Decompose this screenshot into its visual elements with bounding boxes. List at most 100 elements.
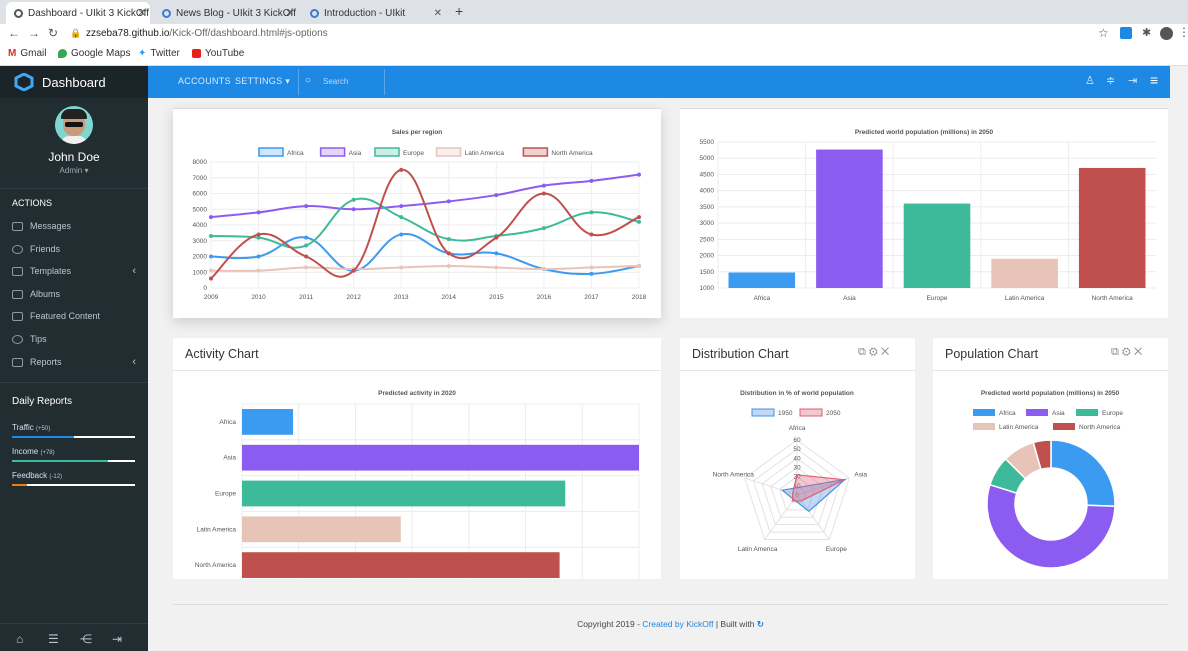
data-point bbox=[304, 204, 309, 209]
bar-north-america bbox=[1078, 167, 1146, 288]
url-field[interactable]: zzseba78.github.io/Kick-Off/dashboard.ht… bbox=[86, 28, 328, 39]
maps-pin-icon bbox=[58, 49, 67, 58]
browser-tab-dashboard[interactable]: Dashboard - UIkit 3 KickOff ✕ bbox=[6, 2, 150, 24]
gear-icon[interactable]: ⚙ bbox=[869, 346, 878, 358]
gear-icon[interactable]: ⚙ bbox=[1122, 346, 1131, 358]
sliders-icon[interactable]: ≑ bbox=[1106, 74, 1115, 87]
bookmark-youtube[interactable]: YouTube bbox=[192, 48, 244, 59]
bookmark-gmail[interactable]: M Gmail bbox=[8, 48, 46, 59]
y-tick-label: 4500 bbox=[700, 171, 715, 178]
series-line-north-america bbox=[210, 168, 640, 280]
nav-settings[interactable]: SETTINGS ▾ bbox=[235, 76, 290, 87]
back-icon[interactable]: ← bbox=[8, 26, 20, 40]
y-tick-label: 4000 bbox=[193, 222, 208, 229]
y-tick-label: 5500 bbox=[700, 139, 715, 146]
y-tick-label: Asia bbox=[223, 455, 236, 462]
x-tick-label: 2009 bbox=[204, 294, 219, 301]
star-icon[interactable]: ☆ bbox=[1098, 26, 1109, 40]
hamburger-menu-icon[interactable]: ≡ bbox=[1150, 72, 1158, 88]
sliders-icon[interactable]: ☰ bbox=[48, 632, 59, 646]
close-icon[interactable]: ✕ bbox=[881, 346, 889, 358]
home-icon[interactable]: ⌂ bbox=[16, 632, 23, 646]
y-tick-label: Latin America bbox=[197, 526, 237, 533]
browser-tab-bar: Dashboard - UIkit 3 KickOff ✕ News Blog … bbox=[0, 0, 1188, 24]
series-line-latin-america bbox=[210, 264, 640, 272]
population-bar-card: Predicted world population (millions) in… bbox=[680, 108, 1168, 318]
data-point bbox=[541, 183, 546, 188]
data-point bbox=[446, 251, 451, 256]
user-role-dropdown[interactable]: Admin ▾ bbox=[0, 166, 148, 175]
legend-swatch bbox=[1076, 409, 1098, 416]
menu-dots-icon[interactable]: ⋮ bbox=[1178, 25, 1188, 39]
new-tab-button[interactable]: + bbox=[455, 3, 463, 19]
legend-swatch bbox=[799, 408, 823, 417]
user-icon[interactable]: ♙ bbox=[1085, 74, 1095, 87]
search-box[interactable]: ○ Search bbox=[298, 69, 385, 95]
sidebar-item-albums[interactable]: Albums bbox=[12, 289, 136, 299]
x-tick-label: 2010 bbox=[251, 294, 266, 301]
puzzle-icon[interactable]: ✱ bbox=[1142, 26, 1151, 39]
bar-asia bbox=[816, 149, 883, 288]
bookmark-google-maps[interactable]: Google Maps bbox=[58, 48, 130, 59]
legend-label: Europe bbox=[1102, 410, 1123, 417]
extension-icon[interactable] bbox=[1120, 27, 1132, 39]
close-icon[interactable]: ✕ bbox=[138, 8, 146, 19]
copy-icon[interactable]: ⧉ bbox=[858, 346, 866, 358]
divider bbox=[0, 382, 148, 383]
legend-label: Africa bbox=[287, 150, 304, 157]
sidebar-item-messages[interactable]: Messages bbox=[12, 221, 136, 231]
profile-icon[interactable] bbox=[1160, 27, 1173, 40]
forward-icon[interactable]: → bbox=[28, 26, 40, 40]
caret-down-icon: ▾ bbox=[285, 76, 291, 86]
legend-swatch bbox=[374, 147, 400, 157]
y-tick-label: 6000 bbox=[193, 191, 208, 198]
legend-swatch bbox=[973, 409, 995, 416]
bookmark-twitter[interactable]: ✦ Twitter bbox=[138, 48, 180, 59]
bar-africa bbox=[242, 409, 294, 435]
search-input[interactable]: Search bbox=[323, 77, 348, 86]
data-point bbox=[304, 235, 309, 240]
data-point bbox=[446, 263, 451, 268]
sidebar-item-reports[interactable]: Reports ‹ bbox=[12, 356, 136, 368]
sidebar-item-tips[interactable]: Tips bbox=[12, 334, 136, 344]
sidebar-item-featured-content[interactable]: Featured Content bbox=[12, 311, 136, 321]
legend-label: Asia bbox=[349, 150, 362, 157]
close-icon[interactable]: ✕ bbox=[286, 8, 294, 19]
copy-icon[interactable]: ⧉ bbox=[1111, 346, 1119, 358]
y-tick-label: 2000 bbox=[700, 253, 715, 260]
chart-title: Predicted activity in 2020 bbox=[378, 390, 456, 397]
users-icon bbox=[12, 244, 23, 254]
browser-tab-intro[interactable]: Introduction - UIkit ✕ bbox=[302, 2, 446, 24]
data-point bbox=[351, 197, 356, 202]
nav-accounts[interactable]: ACCOUNTS bbox=[178, 76, 231, 86]
data-point bbox=[589, 210, 594, 215]
lifesaver-icon bbox=[12, 334, 23, 344]
sign-out-icon[interactable]: ⇥ bbox=[1128, 74, 1137, 87]
x-tick-label: Africa bbox=[753, 295, 770, 302]
globe-icon bbox=[14, 8, 23, 18]
data-point bbox=[637, 219, 641, 224]
data-point bbox=[256, 254, 261, 259]
x-tick-label: 2017 bbox=[584, 294, 599, 301]
reload-icon[interactable]: ↻ bbox=[48, 26, 58, 40]
footer-kickoff-link[interactable]: Created by KickOff bbox=[642, 619, 713, 629]
report-income-label: Income (+78) bbox=[12, 447, 55, 456]
chart-title: Predicted world population (millions) in… bbox=[855, 129, 994, 136]
share-icon[interactable]: ⋲ bbox=[80, 632, 92, 646]
divider bbox=[0, 623, 148, 624]
card-tools: ⧉ ⚙ ✕ bbox=[1111, 346, 1142, 359]
browser-tab-news[interactable]: News Blog - UIkit 3 KickOff ✕ bbox=[154, 2, 298, 24]
sidebar-brand[interactable]: Dashboard bbox=[0, 66, 148, 98]
avatar[interactable] bbox=[55, 106, 93, 144]
data-point bbox=[351, 268, 356, 273]
data-point bbox=[494, 251, 499, 256]
sidebar-item-templates[interactable]: Templates ‹ bbox=[12, 265, 136, 277]
top-navbar: ACCOUNTS SETTINGS ▾ ○ Search ♙ ≑ ⇥ ≡ bbox=[148, 66, 1170, 98]
sign-out-icon[interactable]: ⇥ bbox=[112, 632, 122, 646]
close-icon[interactable]: ✕ bbox=[434, 8, 442, 19]
report-traffic-label: Traffic (+50) bbox=[12, 423, 51, 432]
legend-label: 1950 bbox=[778, 410, 793, 417]
chart-title: Sales per region bbox=[392, 129, 443, 136]
close-icon[interactable]: ✕ bbox=[1134, 346, 1142, 358]
sidebar-item-friends[interactable]: Friends bbox=[12, 244, 136, 254]
